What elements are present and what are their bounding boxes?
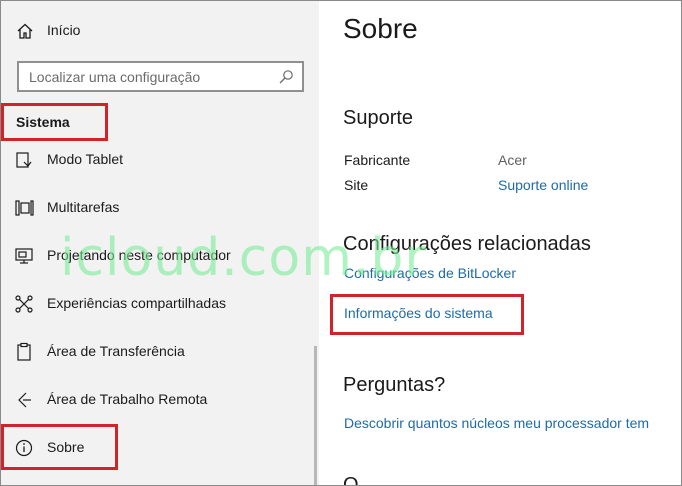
home-nav-item[interactable]: Início xyxy=(0,14,319,46)
home-label: Início xyxy=(47,22,81,38)
highlight-box-about xyxy=(1,424,118,470)
projecting-icon xyxy=(15,248,33,264)
sidebar-item-label: Modo Tablet xyxy=(47,151,124,167)
about-page: Sobre Suporte Fabricante Acer Site Supor… xyxy=(319,0,682,486)
search-placeholder: Localizar uma configuração xyxy=(29,69,201,85)
questions-heading: Perguntas? xyxy=(343,374,446,396)
sidebar-item-projecting[interactable]: Projetando neste computador xyxy=(0,236,319,276)
sidebar-item-multitasking[interactable]: Multitarefas xyxy=(0,188,319,228)
multitasking-icon xyxy=(15,200,34,216)
shared-experiences-icon xyxy=(15,295,33,313)
highlight-box-sistema xyxy=(1,103,108,141)
search-icon xyxy=(279,70,293,84)
partial-heading: Q xyxy=(343,474,359,486)
page-title: Sobre xyxy=(343,13,418,44)
sidebar-item-label: Experiências compartilhadas xyxy=(47,295,226,311)
remote-desktop-icon xyxy=(18,392,31,408)
highlight-box-system-info xyxy=(330,294,524,335)
support-heading: Suporte xyxy=(343,107,414,129)
tablet-mode-icon xyxy=(16,152,32,168)
sidebar-scrollbar[interactable] xyxy=(314,346,317,486)
support-online-link[interactable]: Suporte online xyxy=(498,177,588,193)
manufacturer-value: Acer xyxy=(498,152,527,168)
clipboard-icon xyxy=(17,342,31,361)
sidebar-item-tablet-mode[interactable]: Modo Tablet xyxy=(0,146,319,176)
site-label: Site xyxy=(344,177,369,193)
sidebar-item-label: Projetando neste computador xyxy=(47,247,231,263)
home-icon xyxy=(17,23,33,39)
sidebar-item-label: Área de Transferência xyxy=(47,343,185,359)
bitlocker-settings-link[interactable]: Configurações de BitLocker xyxy=(344,265,516,281)
manufacturer-label: Fabricante xyxy=(344,152,411,168)
sidebar-item-remote-desktop[interactable]: Área de Trabalho Remota xyxy=(0,380,319,420)
sidebar-item-label: Multitarefas xyxy=(47,199,120,215)
settings-search-input[interactable]: Localizar uma configuração xyxy=(17,61,304,92)
related-settings-heading: Configurações relacionadas xyxy=(343,233,591,255)
sidebar-item-label: Área de Trabalho Remota xyxy=(47,391,208,407)
sidebar-item-clipboard[interactable]: Área de Transferência xyxy=(0,332,319,372)
processor-cores-link[interactable]: Descobrir quantos núcleos meu processado… xyxy=(344,415,649,431)
sidebar-item-shared-experiences[interactable]: Experiências compartilhadas xyxy=(0,284,319,324)
settings-sidebar: Início Localizar uma configuração Sistem… xyxy=(0,0,319,486)
